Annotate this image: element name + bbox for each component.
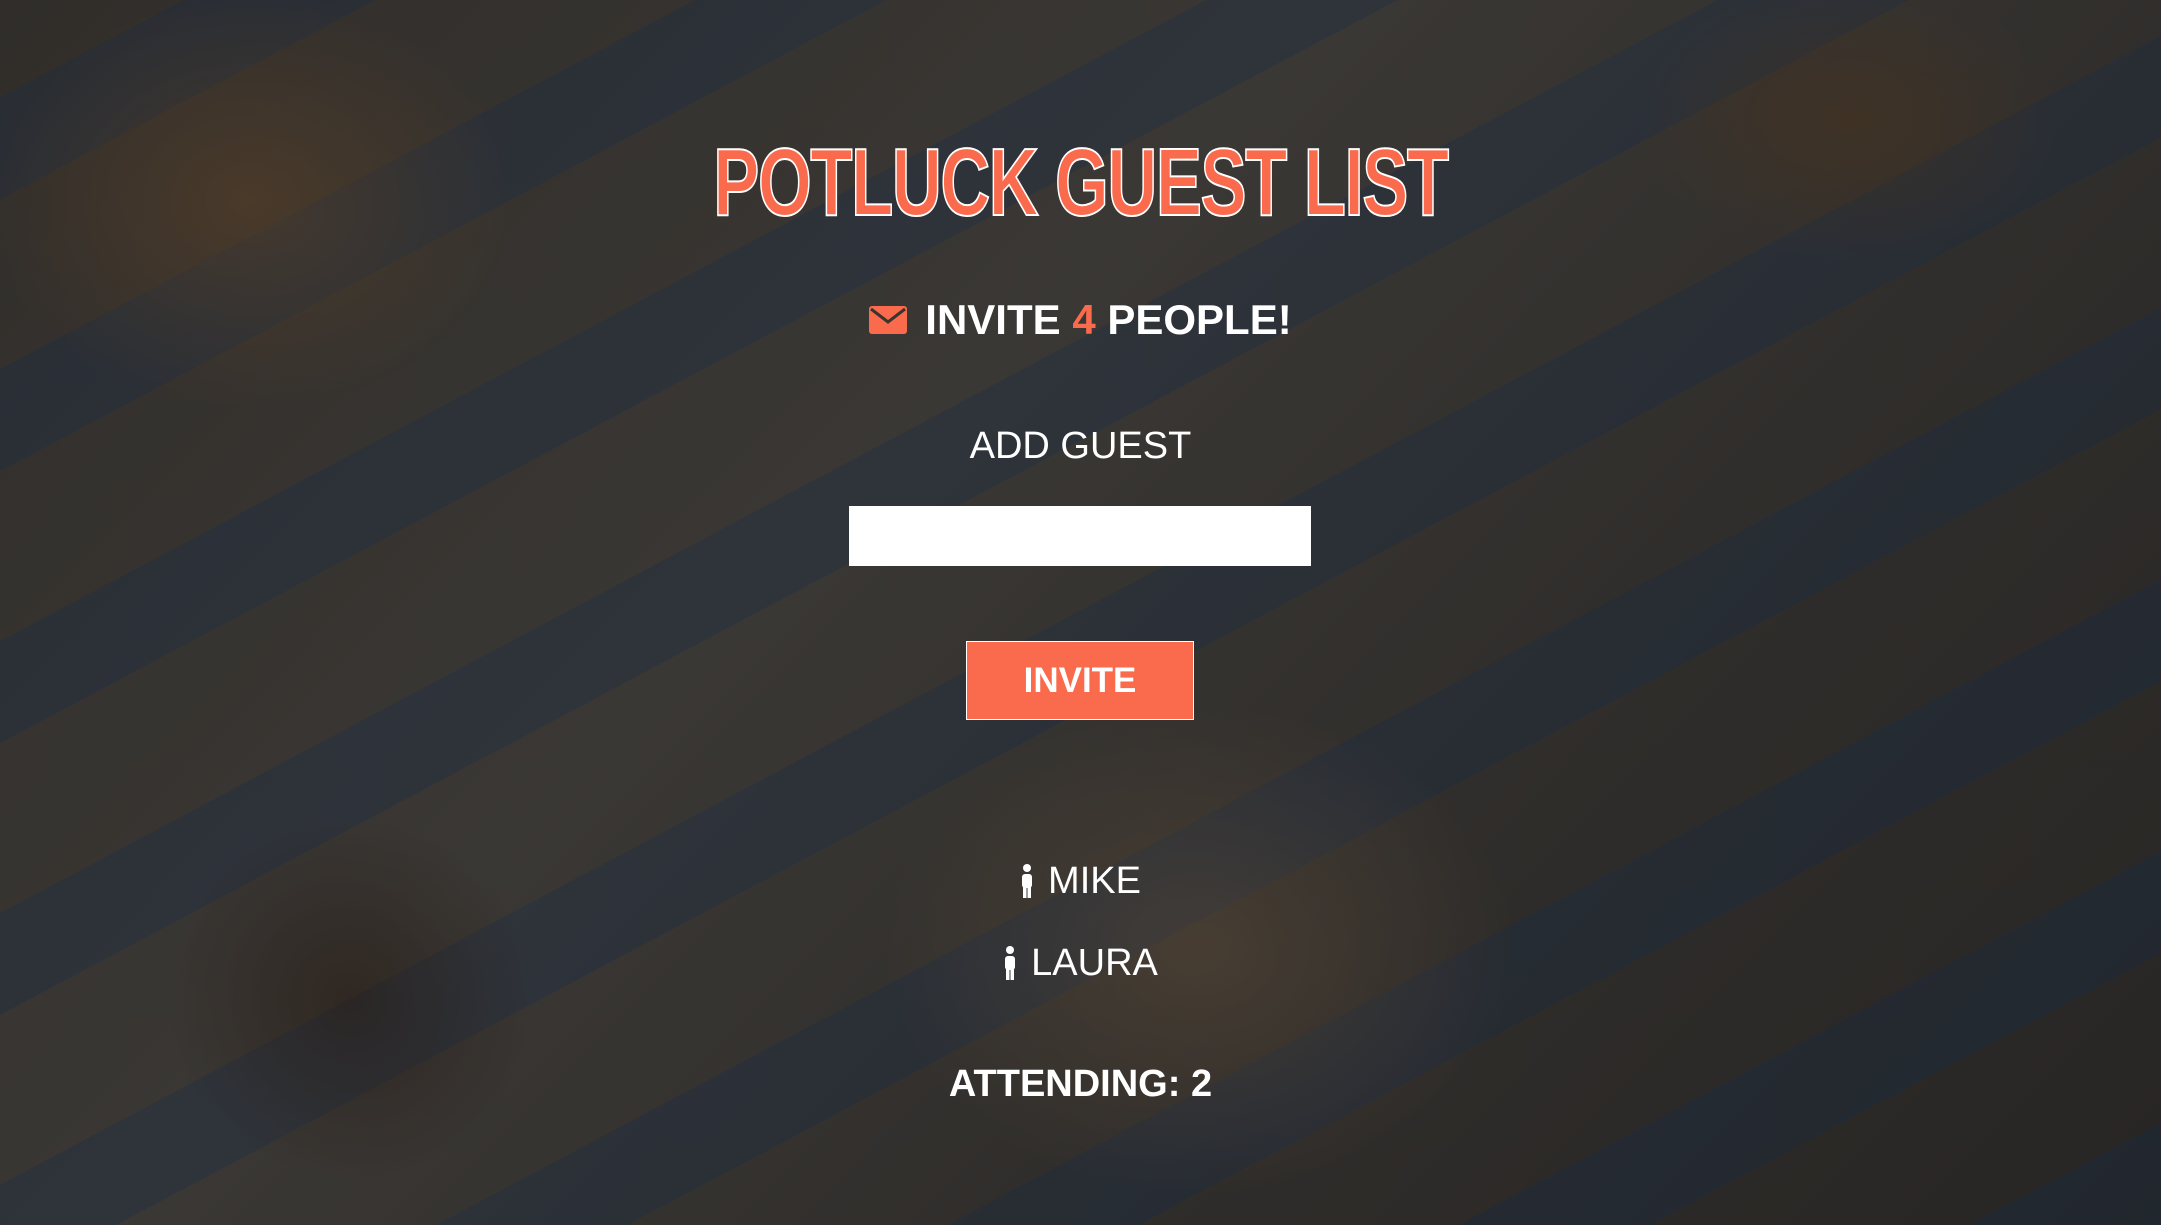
invite-button[interactable]: INVITE [966,641,1194,720]
guest-item: MIKE [0,840,2161,922]
invite-count: 4 [1072,296,1096,343]
add-guest-label: ADD GUEST [969,425,1192,467]
guest-item: LAURA [0,922,2161,1004]
envelope-icon [869,306,908,334]
guest-name-input[interactable] [849,506,1311,566]
page-title: POTLUCK GUEST LIST [713,128,1450,237]
guest-name: LAURA [1031,941,1158,984]
person-icon [1022,864,1033,898]
attending-count: ATTENDING: 2 [948,1063,1213,1105]
person-icon [1005,946,1016,980]
guest-name: MIKE [1048,859,1141,902]
invite-prefix: INVITE [925,296,1061,343]
invite-suffix: PEOPLE! [1107,296,1292,343]
guest-list: MIKE LAURA [0,840,2161,1004]
invite-count-heading: INVITE 4 PEOPLE! [0,296,2161,344]
